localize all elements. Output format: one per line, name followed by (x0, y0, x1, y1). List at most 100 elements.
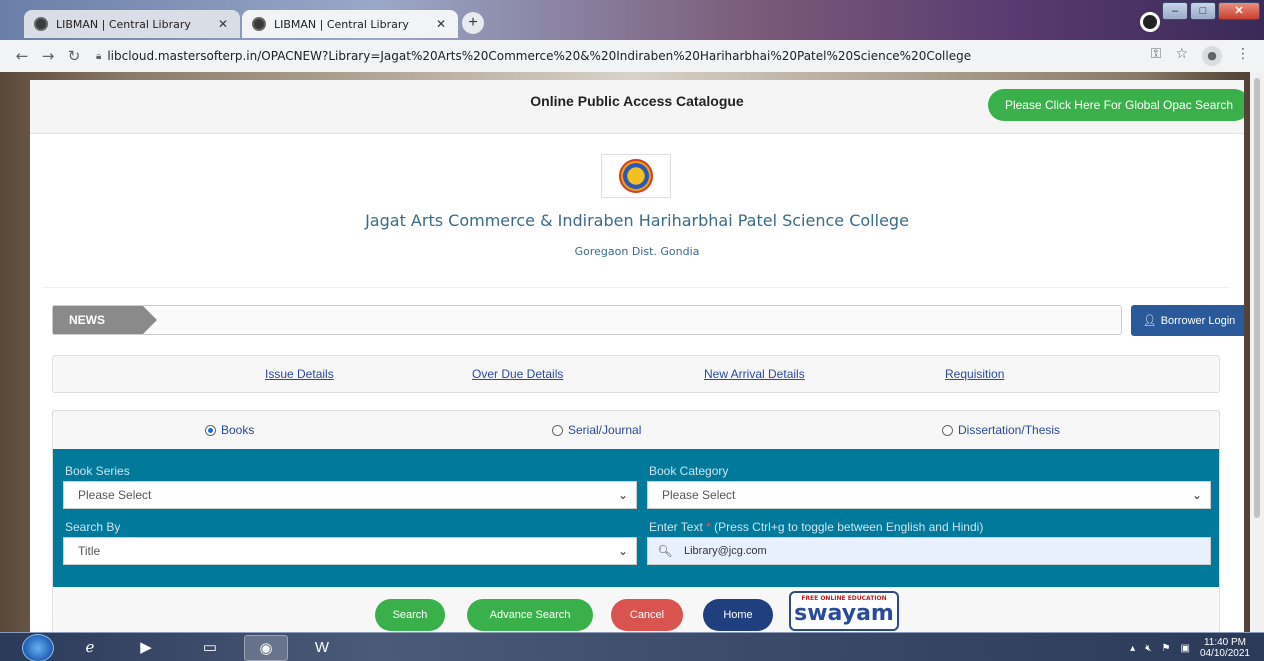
forward-icon[interactable]: → (36, 47, 60, 65)
maximize-icon[interactable]: □ (1190, 2, 1216, 20)
network-icon[interactable]: ▣ (1180, 643, 1189, 654)
college-logo (601, 154, 671, 198)
system-tray: ▴ 🔇︎ ⚑ ▣ 11:40 PM 04/10/2021 (1130, 637, 1250, 659)
windows-taskbar: ℯ ▶ ▭ ◉ W ▴ 🔇︎ ⚑ ▣ 11:40 PM 04/10/2021 (0, 632, 1264, 661)
radio-label: Dissertation/Thesis (958, 423, 1061, 437)
radio-serial-journal[interactable]: Serial/Journal (552, 423, 641, 437)
clock-time: 11:40 PM (1203, 637, 1246, 648)
search-text-input[interactable]: 🔍︎ Library@jcg.com (647, 537, 1211, 565)
close-tab-icon[interactable]: ✕ (216, 17, 230, 31)
browser-tab-2[interactable]: LIBMAN | Central Library ✕ (242, 10, 458, 38)
radio-unchecked-icon (942, 424, 953, 436)
word-icon[interactable]: W (300, 635, 344, 661)
clock-date: 04/10/2021 (1199, 648, 1250, 659)
toolbar-right-icons: ⚿ ☆ ● ⋮ (1151, 46, 1250, 66)
link-issue-details[interactable]: Issue Details (265, 367, 334, 381)
internet-explorer-icon[interactable]: ℯ (68, 635, 112, 661)
address-bar[interactable]: 🔒︎ libcloud.mastersofterp.in/OPACNEW?Lib… (96, 49, 1151, 63)
enter-text-hint: (Press Ctrl+g to toggle between English … (714, 520, 984, 534)
book-category-label: Book Category (649, 464, 729, 478)
swayam-text: swayam (794, 601, 894, 626)
radio-books[interactable]: Books (205, 423, 254, 437)
quick-links-bar: Issue Details Over Due Details New Arriv… (52, 355, 1220, 393)
link-over-due-details[interactable]: Over Due Details (472, 367, 563, 381)
account-icon[interactable]: ● (1202, 46, 1222, 66)
search-icon: 🔍︎ (657, 544, 673, 558)
book-series-select[interactable]: Please Select ⌄ (63, 481, 637, 509)
search-panel: Books Serial/Journal Dissertation/Thesis… (52, 410, 1220, 632)
key-icon[interactable]: ⚿ (1151, 46, 1162, 66)
global-opac-search-button[interactable]: Please Click Here For Global Opac Search (988, 89, 1244, 121)
enter-text-label: Enter Text * (Press Ctrl+g to toggle bet… (649, 520, 983, 534)
book-category-value: Please Select (662, 488, 736, 502)
required-asterisk: * (706, 520, 711, 534)
page-header: Online Public Access Catalogue Please Cl… (30, 80, 1244, 134)
borrower-login-label: Borrower Login (1160, 314, 1236, 327)
taskbar-clock[interactable]: 11:40 PM 04/10/2021 (1200, 637, 1250, 659)
page-scrollbar[interactable] (1250, 72, 1264, 632)
new-tab-button[interactable]: + (462, 12, 484, 34)
browser-toolbar: ← → ↻ 🔒︎ libcloud.mastersofterp.in/OPACN… (0, 40, 1264, 72)
reload-icon[interactable]: ↻ (62, 47, 86, 65)
action-center-flag-icon[interactable]: ⚑ (1162, 643, 1171, 654)
bookmark-star-icon[interactable]: ☆ (1175, 46, 1188, 66)
menu-dots-icon[interactable]: ⋮ (1236, 46, 1250, 66)
lock-icon: 🔒︎ (96, 50, 102, 62)
file-explorer-icon[interactable]: ▭ (188, 635, 232, 661)
cancel-button[interactable]: Cancel (611, 599, 683, 631)
close-window-icon[interactable]: ✕ (1218, 2, 1260, 20)
user-plus-icon: 👤︎ (1142, 315, 1157, 327)
speaker-muted-icon[interactable]: 🔇︎ (1145, 643, 1151, 654)
search-by-value: Title (78, 544, 101, 558)
book-category-select[interactable]: Please Select ⌄ (647, 481, 1211, 509)
site-favicon-icon (34, 17, 48, 31)
material-type-radios: Books Serial/Journal Dissertation/Thesis (53, 411, 1219, 449)
college-emblem-icon (619, 159, 653, 193)
chevron-down-icon: ⌄ (1191, 488, 1202, 502)
start-button[interactable] (22, 634, 54, 661)
book-series-label: Book Series (65, 464, 130, 478)
opac-page: Online Public Access Catalogue Please Cl… (30, 80, 1244, 632)
scrollbar-thumb[interactable] (1254, 78, 1260, 518)
radio-dissertation-thesis[interactable]: Dissertation/Thesis (942, 423, 1060, 437)
chevron-down-icon: ⌄ (617, 544, 628, 558)
divider (42, 287, 1230, 288)
search-button[interactable]: Search (375, 599, 445, 631)
tab-title: LIBMAN | Central Library (56, 17, 191, 31)
radio-unchecked-icon (552, 424, 563, 436)
radio-label: Serial/Journal (568, 423, 642, 437)
college-name: Jagat Arts Commerce & Indiraben Hariharb… (365, 211, 909, 230)
site-favicon-icon (252, 17, 266, 31)
media-player-icon[interactable]: ▶ (124, 635, 168, 661)
news-label: NEWS (53, 306, 157, 334)
close-tab-icon[interactable]: ✕ (434, 17, 448, 31)
enter-text-label-prefix: Enter Text (649, 520, 703, 534)
search-by-select[interactable]: Title ⌄ (63, 537, 637, 565)
news-ticker: NEWS (52, 305, 1122, 335)
search-by-label: Search By (65, 520, 121, 534)
swayam-logo[interactable]: FREE ONLINE EDUCATION swayam (789, 591, 899, 631)
browser-profile-icon[interactable] (1140, 12, 1160, 32)
book-series-value: Please Select (78, 488, 152, 502)
back-icon[interactable]: ← (10, 47, 34, 65)
chevron-down-icon: ⌄ (617, 488, 628, 502)
minimize-icon[interactable]: – (1162, 2, 1188, 20)
link-requisition[interactable]: Requisition (945, 367, 1004, 381)
url-text: libcloud.mastersofterp.in/OPACNEW?Librar… (107, 49, 972, 63)
tab-title: LIBMAN | Central Library (274, 17, 409, 31)
search-actions: Search Advance Search Cancel Home FREE O… (53, 591, 1219, 632)
window-controls: – □ ✕ (1162, 2, 1260, 20)
radio-label: Books (221, 423, 255, 437)
swayam-tagline: FREE ONLINE EDUCATION (801, 595, 887, 602)
radio-checked-icon (205, 424, 216, 436)
college-location: Goregaon Dist. Gondia (574, 245, 700, 258)
browser-tab-1[interactable]: LIBMAN | Central Library ✕ (24, 10, 240, 38)
search-form: Book Series Please Select ⌄ Book Categor… (53, 449, 1219, 587)
chrome-icon[interactable]: ◉ (244, 635, 288, 661)
borrower-login-button[interactable]: 👤︎ Borrower Login (1131, 305, 1244, 336)
browser-titlebar: LIBMAN | Central Library ✕ LIBMAN | Cent… (0, 0, 1264, 44)
home-button[interactable]: Home (703, 599, 773, 631)
advance-search-button[interactable]: Advance Search (467, 599, 593, 631)
link-new-arrival-details[interactable]: New Arrival Details (704, 367, 805, 381)
tray-up-arrow-icon[interactable]: ▴ (1130, 643, 1135, 654)
